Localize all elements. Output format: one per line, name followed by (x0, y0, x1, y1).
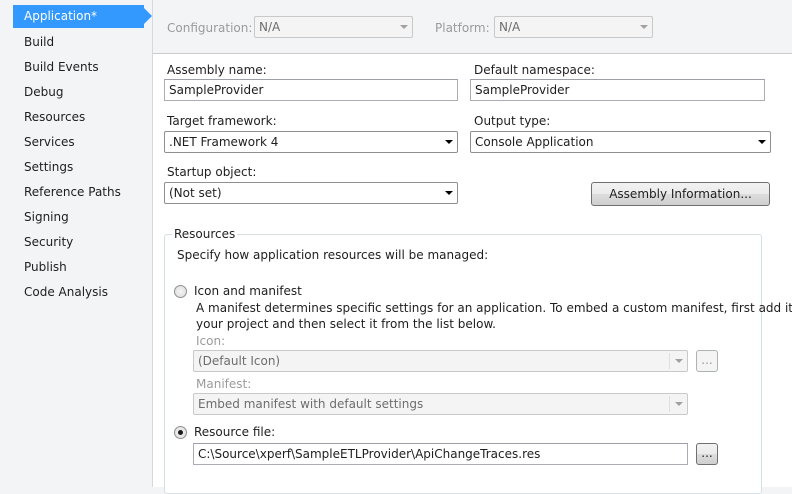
combo-separator (669, 353, 670, 369)
default-namespace-label: Default namespace: (474, 63, 595, 77)
icon-select[interactable]: (Default Icon) (193, 350, 688, 372)
resources-group-title: Resources (172, 225, 238, 243)
default-namespace-field[interactable]: SampleProvider (470, 79, 765, 101)
platform-label: Platform: (435, 21, 490, 35)
sidebar-item-resources[interactable]: Resources (24, 106, 85, 128)
icon-label: Icon: (196, 334, 226, 348)
assembly-name-label: Assembly name: (167, 63, 267, 77)
sidebar-item-build-events[interactable]: Build Events (24, 56, 99, 78)
chevron-down-icon (445, 191, 453, 195)
resources-intro-text: Specify how application resources will b… (177, 248, 489, 262)
icon-select-value: (Default Icon) (198, 354, 281, 368)
sidebar-item-settings[interactable]: Settings (24, 156, 73, 178)
configuration-value: N/A (259, 20, 281, 34)
target-framework-select[interactable]: .NET Framework 4 (164, 131, 458, 153)
manifest-select-value: Embed manifest with default settings (198, 397, 424, 411)
startup-object-label: Startup object: (167, 165, 257, 179)
chevron-down-icon (675, 359, 683, 363)
configuration-select[interactable]: N/A (254, 16, 413, 38)
manifest-label: Manifest: (196, 377, 252, 391)
chevron-down-icon (640, 25, 648, 29)
output-type-value: Console Application (475, 135, 594, 149)
platform-value: N/A (499, 20, 521, 34)
sidebar-item-publish[interactable]: Publish (24, 256, 67, 278)
target-framework-value: .NET Framework 4 (169, 135, 279, 149)
startup-object-value: (Not set) (169, 186, 222, 200)
target-framework-label: Target framework: (167, 114, 277, 128)
resource-file-radio[interactable] (174, 426, 187, 439)
sidebar-item-application[interactable]: Application* (13, 5, 152, 28)
sidebar-item-debug[interactable]: Debug (24, 81, 63, 103)
sidebar-item-code-analysis[interactable]: Code Analysis (24, 281, 108, 303)
resource-file-browse-button[interactable]: ... (696, 443, 718, 465)
configuration-label: Configuration: (167, 21, 253, 35)
sidebar: Application* Build Build Events Debug Re… (0, 0, 152, 487)
sidebar-item-reference-paths[interactable]: Reference Paths (24, 181, 121, 203)
platform-select[interactable]: N/A (494, 16, 653, 38)
icon-manifest-description-line-2: your project and then select it from the… (196, 317, 496, 331)
assembly-information-button[interactable]: Assembly Information... (591, 182, 770, 206)
startup-object-select[interactable]: (Not set) (164, 182, 458, 204)
chevron-down-icon (445, 140, 453, 144)
chevron-down-icon (758, 140, 766, 144)
resource-file-field[interactable]: C:\Source\xperf\SampleETLProvider\ApiCha… (193, 443, 688, 465)
sidebar-item-build[interactable]: Build (24, 31, 54, 53)
icon-browse-button[interactable]: ... (696, 350, 718, 372)
sidebar-item-services[interactable]: Services (24, 131, 75, 153)
assembly-name-field[interactable]: SampleProvider (164, 79, 458, 101)
icon-manifest-radio[interactable] (174, 285, 187, 298)
resource-file-label[interactable]: Resource file: (194, 423, 275, 441)
combo-separator (669, 396, 670, 412)
icon-manifest-label[interactable]: Icon and manifest (194, 282, 302, 300)
output-type-label: Output type: (474, 114, 551, 128)
sidebar-item-signing[interactable]: Signing (24, 206, 69, 228)
icon-manifest-description-line-1: A manifest determines specific settings … (196, 301, 792, 315)
chevron-down-icon (400, 25, 408, 29)
output-type-select[interactable]: Console Application (470, 131, 771, 153)
sidebar-item-security[interactable]: Security (24, 231, 73, 253)
chevron-down-icon (675, 402, 683, 406)
manifest-select[interactable]: Embed manifest with default settings (193, 393, 688, 415)
